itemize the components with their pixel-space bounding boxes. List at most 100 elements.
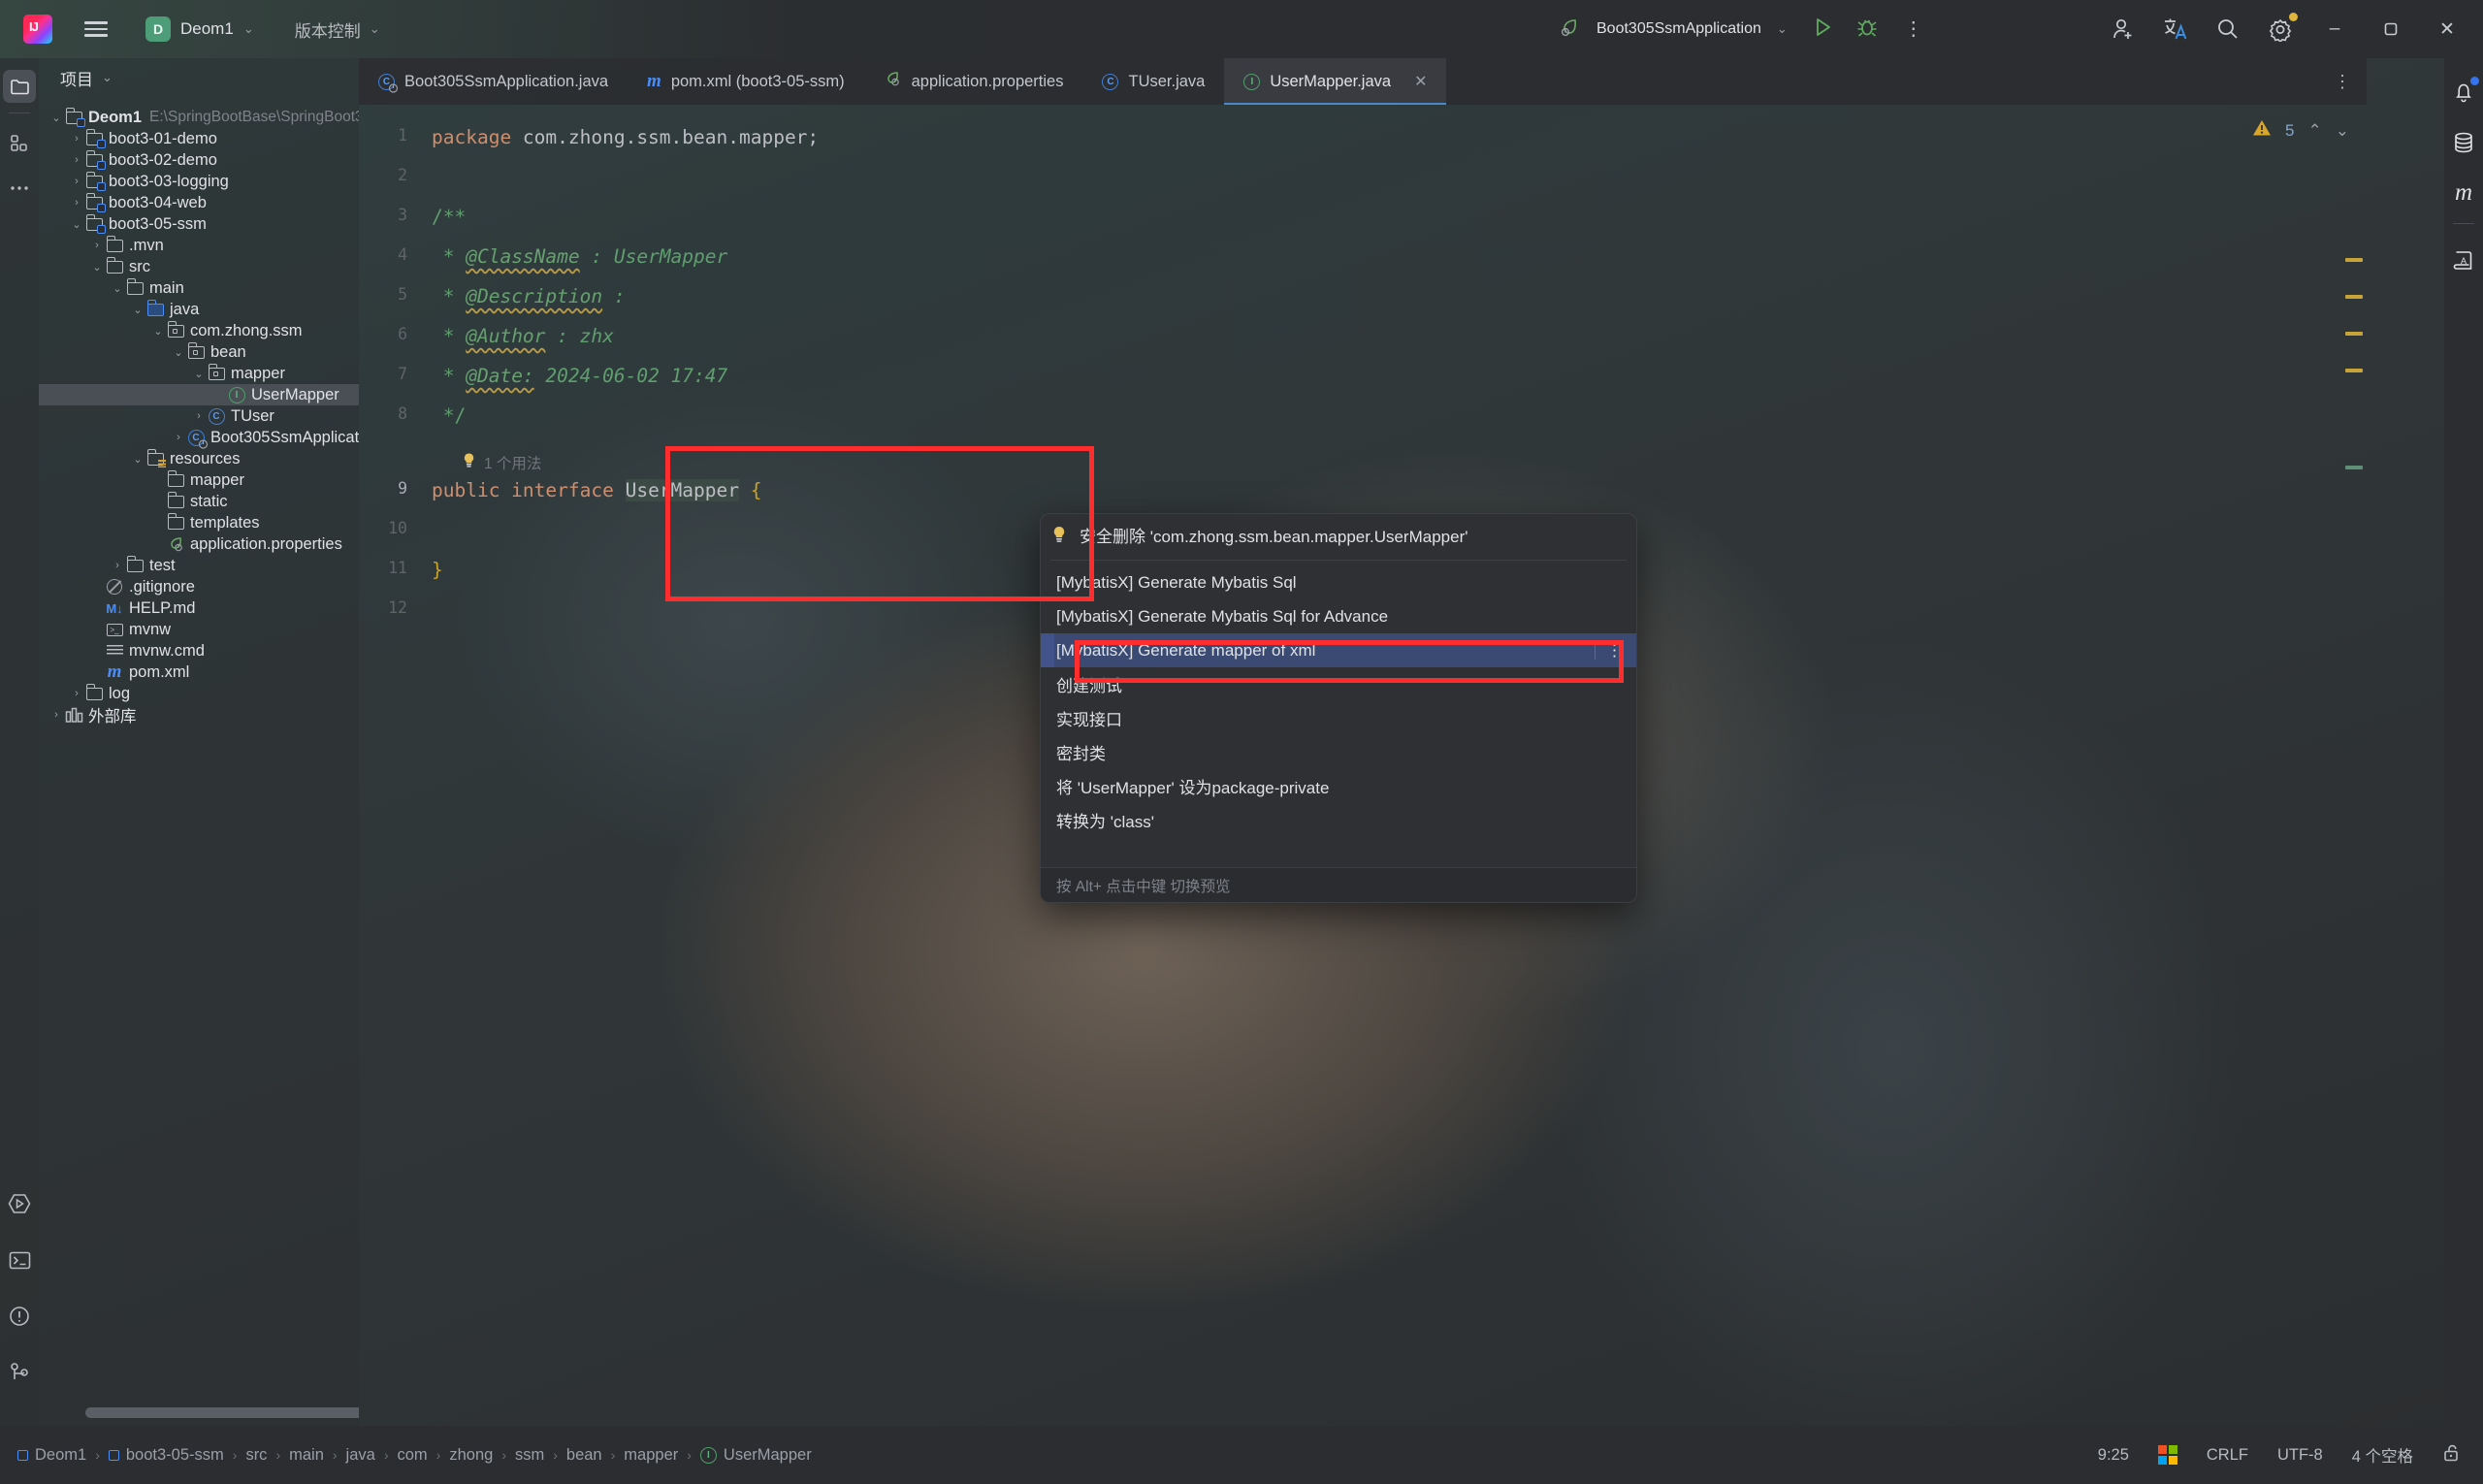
tree-item-bean[interactable]: ⌄ bean — [39, 341, 359, 363]
breadcrumb-item-boot3-05-ssm[interactable]: boot3-05-ssm — [108, 1446, 224, 1465]
more-vertical-icon[interactable]: ⋮ — [1606, 642, 1623, 659]
chevron-right-icon[interactable]: › — [69, 197, 84, 209]
debug-icon[interactable] — [1855, 16, 1879, 44]
editor-tab-application-properties[interactable]: application.properties — [864, 58, 1083, 105]
breadcrumb-item-ssm[interactable]: ssm — [515, 1446, 544, 1465]
popup-item-5[interactable]: 实现接口 — [1041, 701, 1636, 735]
breadcrumb-item-bean[interactable]: bean — [566, 1446, 602, 1465]
warning-marker[interactable] — [2345, 369, 2363, 372]
chevron-down-icon[interactable]: ⌄ — [48, 112, 64, 124]
tree-item-resources[interactable]: ⌄ resources — [39, 448, 359, 469]
chevron-down-icon[interactable]: ⌄ — [69, 218, 84, 231]
tree-item-mvnw[interactable]: >_ mvnw — [39, 619, 359, 640]
project-tree[interactable]: ⌄ Deom1 E:\SpringBootBase\SpringBoot3Study… — [39, 107, 359, 1426]
code-line[interactable]: /** — [432, 206, 466, 228]
usage-inlay-hint[interactable]: 1 个用法 — [461, 452, 541, 473]
problems-tool-icon[interactable] — [3, 1300, 36, 1333]
code-line[interactable]: package com.zhong.ssm.bean.mapper; — [432, 126, 819, 148]
chevron-right-icon[interactable]: › — [89, 240, 105, 251]
popup-item-2[interactable]: [MybatisX] Generate Mybatis Sql for Adva… — [1041, 599, 1636, 633]
breadcrumb-item-usermapper[interactable]: I UserMapper — [699, 1446, 812, 1465]
project-tool-icon[interactable] — [3, 70, 36, 103]
popup-item-8[interactable]: 转换为 'class' — [1041, 803, 1636, 837]
tree-item-boot3-02-demo[interactable]: › boot3-02-demo — [39, 149, 359, 171]
tree-item-src[interactable]: ⌄ src — [39, 256, 359, 277]
chevron-right-icon[interactable]: › — [69, 176, 84, 187]
breadcrumb-item-src[interactable]: src — [245, 1446, 267, 1465]
tree-item-mapper[interactable]: mapper — [39, 469, 359, 491]
notifications-bell-icon[interactable] — [2447, 76, 2480, 109]
minimize-button[interactable]: – — [2306, 0, 2363, 58]
tree-item-pom-xml[interactable]: m pom.xml — [39, 661, 359, 683]
next-problem-icon[interactable]: ⌄ — [2336, 121, 2349, 141]
inspection-widget[interactable]: 5 ⌃ ⌄ — [2252, 118, 2349, 143]
tree-item-mvnw-cmd[interactable]: mvnw.cmd — [39, 640, 359, 661]
add-user-icon[interactable] — [2097, 3, 2149, 55]
tree-item-test[interactable]: › test — [39, 555, 359, 576]
more-vertical-icon[interactable]: ⋮ — [2334, 72, 2353, 92]
tree-item-static[interactable]: static — [39, 491, 359, 512]
tree-item-boot3-05-ssm[interactable]: ⌄ boot3-05-ssm — [39, 213, 359, 235]
chevron-down-icon[interactable]: ⌄ — [191, 368, 207, 380]
tree-item-boot3-01-demo[interactable]: › boot3-01-demo — [39, 128, 359, 149]
breadcrumb[interactable]: Deom1 › boot3-05-ssm › src › main › java › com › zho… — [0, 1446, 812, 1465]
more-vertical-icon[interactable]: ⋮ — [1904, 19, 1923, 39]
indent-setting[interactable]: 4 个空格 — [2352, 1443, 2413, 1467]
breadcrumb-item-deom1[interactable]: Deom1 — [17, 1446, 86, 1465]
popup-item-0[interactable]: 安全删除 'com.zhong.ssm.bean.mapper.UserMapp… — [1041, 514, 1636, 555]
chevron-right-icon[interactable]: › — [191, 410, 207, 422]
change-marker[interactable] — [2345, 466, 2363, 469]
project-selector[interactable]: D Deom1 ⌄ — [138, 13, 262, 46]
run-icon[interactable] — [1811, 16, 1834, 44]
intention-actions-popup[interactable]: 安全删除 'com.zhong.ssm.bean.mapper.UserMapp… — [1040, 513, 1637, 903]
tree-item-java[interactable]: ⌄ java — [39, 299, 359, 320]
tree-item-mvn[interactable]: › .mvn — [39, 235, 359, 256]
editor-tab-tuser-java[interactable]: C TUser.java — [1082, 58, 1224, 105]
tree-item-gitignore[interactable]: .gitignore — [39, 576, 359, 597]
terminal-tool-icon[interactable] — [3, 1243, 36, 1276]
chevron-down-icon[interactable]: ⌄ — [171, 346, 186, 359]
tree-item-mapper[interactable]: ⌄ mapper — [39, 363, 359, 384]
tree-item-templates[interactable]: templates — [39, 512, 359, 533]
tree-item-deom1[interactable]: ⌄ Deom1 E:\SpringBootBase\SpringBoot3Study… — [39, 107, 359, 128]
gear-icon[interactable] — [2254, 3, 2306, 55]
tree-item-main[interactable]: ⌄ main — [39, 277, 359, 299]
chevron-down-icon[interactable]: ⌄ — [89, 261, 105, 274]
version-control-menu[interactable]: 版本控制 ⌄ — [287, 14, 388, 46]
previous-problem-icon[interactable]: ⌃ — [2308, 121, 2322, 141]
popup-item-4[interactable]: 创建测试 — [1041, 667, 1636, 701]
tree-item-boot3-03-logging[interactable]: › boot3-03-logging — [39, 171, 359, 192]
chevron-right-icon[interactable]: › — [69, 154, 84, 166]
popup-item-6[interactable]: 密封类 — [1041, 735, 1636, 769]
code-line[interactable]: * @Date: 2024-06-02 17:47 — [432, 365, 728, 387]
project-tree-horizontal-scrollbar[interactable] — [85, 1407, 359, 1418]
tree-item-boot305ssmapplication[interactable]: ›CBoot305SsmApplication — [39, 427, 359, 449]
tree-item-[interactable]: › 外部库 — [39, 704, 359, 726]
tree-item-usermapper[interactable]: I UserMapper — [39, 384, 359, 405]
chevron-down-icon[interactable]: ⌄ — [150, 325, 166, 338]
tree-item-tuser[interactable]: › C TUser — [39, 405, 359, 427]
database-icon[interactable] — [2447, 126, 2480, 159]
popup-item-list[interactable]: 安全删除 'com.zhong.ssm.bean.mapper.UserMapp… — [1041, 514, 1636, 837]
chevron-down-icon[interactable]: ⌄ — [110, 282, 125, 295]
chevron-right-icon[interactable]: › — [69, 133, 84, 145]
editor-marker-bar[interactable] — [2343, 151, 2367, 1426]
breadcrumb-item-mapper[interactable]: mapper — [624, 1446, 678, 1465]
search-icon[interactable] — [2202, 3, 2254, 55]
close-button[interactable]: ✕ — [2419, 0, 2475, 58]
editor-tab-boot305ssmapplication-java[interactable]: C Boot305SsmApplication.java — [359, 58, 628, 105]
maximize-button[interactable] — [2363, 0, 2419, 58]
hamburger-menu-icon[interactable] — [80, 13, 113, 46]
tree-item-help-md[interactable]: M↓ HELP.md — [39, 597, 359, 619]
chevron-right-icon[interactable]: › — [69, 688, 84, 699]
unlocked-padlock-icon[interactable] — [2442, 1443, 2462, 1468]
chevron-down-icon[interactable]: ⌄ — [102, 70, 113, 85]
editor-gutter[interactable]: 1 2 3 4 5 6 7 8 9 10 11 12 — [359, 105, 419, 1426]
breadcrumb-item-zhong[interactable]: zhong — [449, 1446, 493, 1465]
warning-marker[interactable] — [2345, 295, 2363, 299]
breadcrumb-item-com[interactable]: com — [398, 1446, 428, 1465]
editor-tab-pom-xml-boot3-05-ssm[interactable]: m pom.xml (boot3-05-ssm) — [628, 58, 864, 105]
breadcrumb-item-main[interactable]: main — [289, 1446, 324, 1465]
project-panel-header[interactable]: 项目 ⌄ — [39, 58, 359, 97]
editor-tab-usermapper-java[interactable]: I UserMapper.java ✕ — [1224, 58, 1447, 105]
